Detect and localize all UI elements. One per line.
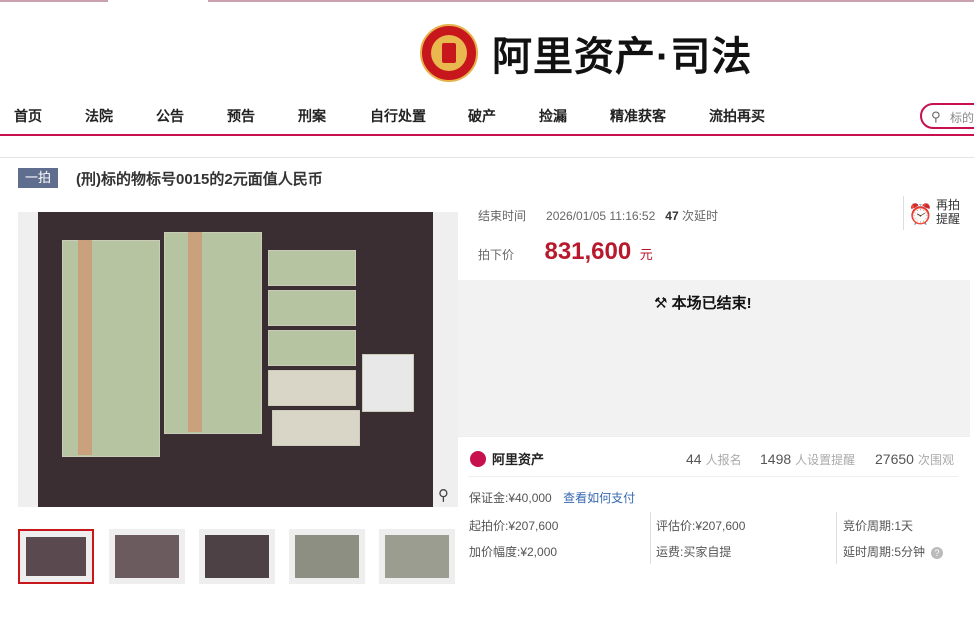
top-border <box>0 0 974 2</box>
nav-item-announcement[interactable]: 公告 <box>156 106 184 126</box>
item-title: (刑)标的物标号0015的2元面值人民币 <box>76 171 323 188</box>
auction-ended-box: ⚒ 本场已结束! <box>458 280 970 436</box>
stats-bar: 阿里资产 44 人报名 1498 人设置提醒 27650 次围观 <box>458 436 970 479</box>
search-input[interactable]: ⚲ 标的 <box>920 103 974 129</box>
banknote-bundle <box>268 330 356 366</box>
deposit-row: 保证金:¥40,000 查看如何支付 <box>469 489 635 506</box>
help-icon[interactable]: ? <box>931 547 944 559</box>
thumbnail[interactable] <box>379 529 455 584</box>
start-price: 起拍价:¥207,600 <box>469 519 559 533</box>
search-icon: ⚲ <box>931 109 941 124</box>
nav-item-precise-leads[interactable]: 精准获客 <box>610 106 666 126</box>
nav-item-bargain[interactable]: 捡漏 <box>539 106 567 126</box>
nav-item-criminal[interactable]: 刑案 <box>298 106 326 126</box>
thumbnail[interactable] <box>18 529 94 584</box>
end-time-row: 结束时间 2026/01/05 11:16:52 47 次延时 <box>478 207 718 224</box>
nav-item-home[interactable]: 首页 <box>14 106 42 126</box>
banknote-bundle <box>268 370 356 406</box>
auction-ended-message: 本场已结束! <box>671 295 752 312</box>
price-unit: 元 <box>639 247 653 262</box>
round-badge: 一拍 <box>18 168 58 188</box>
search-placeholder: 标的 <box>950 111 974 125</box>
view-count: 27650 次围观 <box>875 451 954 467</box>
delay-label: 次延时 <box>681 209 718 223</box>
divider <box>468 476 958 477</box>
delay-period: 延时周期:5分钟 <box>843 545 926 559</box>
deposit-value: 保证金:¥40,000 <box>469 491 552 505</box>
banknote-bundle <box>268 250 356 286</box>
delay-count: 47 <box>665 209 679 223</box>
nav-item-court[interactable]: 法院 <box>85 106 113 126</box>
reminder-count: 1498 人设置提醒 <box>760 451 856 467</box>
final-price-row: 拍下价 831,600 元 <box>478 238 653 266</box>
gavel-icon: ⚒ <box>654 295 668 312</box>
bid-period: 竞价周期:1天 <box>843 519 914 533</box>
ali-assets-logo: 阿里资产 <box>470 449 544 468</box>
how-to-pay-link[interactable]: 查看如何支付 <box>563 491 635 505</box>
shipping-fee: 运费:买家自提 <box>656 545 732 559</box>
zoom-icon[interactable]: ⚲ <box>438 486 458 506</box>
main-nav: 首页 法院 公告 预告 刑案 自行处置 破产 捡漏 精准获客 流拍再买 <box>0 100 974 136</box>
end-time-label: 结束时间 <box>478 209 527 223</box>
price-label: 拍下价 <box>478 248 515 262</box>
ali-assets-icon <box>470 450 486 467</box>
end-time-value: 2026/01/05 11:16:52 <box>546 209 656 223</box>
thumbnail[interactable] <box>199 529 275 584</box>
site-brand[interactable]: 阿里资产·司法 <box>420 20 752 86</box>
delay-period-row: 延时周期:5分钟? <box>843 543 944 560</box>
nav-item-bankruptcy[interactable]: 破产 <box>468 106 496 126</box>
banknote-bundle <box>62 240 160 457</box>
brand-title: 阿里资产·司法 <box>492 35 753 79</box>
nav-item-self-disposal[interactable]: 自行处置 <box>370 106 426 126</box>
thumbnail[interactable] <box>109 529 185 584</box>
price-value: 831,600 <box>544 238 632 265</box>
reminder-label: 再拍提醒 <box>936 198 961 226</box>
relist-reminder-button[interactable]: ⏰ 再拍提醒 <box>903 196 964 230</box>
alarm-clock-icon: ⏰ <box>908 204 933 226</box>
nav-item-relist[interactable]: 流拍再买 <box>709 106 765 126</box>
banknote-bundle <box>272 410 360 446</box>
ali-assets-label: 阿里资产 <box>492 452 545 467</box>
lot-number-card <box>362 354 414 412</box>
banknote-bundle <box>164 232 262 434</box>
main-image[interactable] <box>18 212 458 507</box>
court-emblem-icon <box>420 24 478 82</box>
banknote-bundle <box>268 290 356 326</box>
item-photo <box>38 212 433 507</box>
nav-item-preview[interactable]: 预告 <box>227 106 255 126</box>
thumbnail[interactable] <box>289 529 365 584</box>
appraisal-price: 评估价:¥207,600 <box>656 519 746 533</box>
divider <box>836 512 837 564</box>
signup-count: 44 人报名 <box>686 451 742 467</box>
bid-increment: 加价幅度:¥2,000 <box>469 545 558 559</box>
divider <box>650 512 651 564</box>
